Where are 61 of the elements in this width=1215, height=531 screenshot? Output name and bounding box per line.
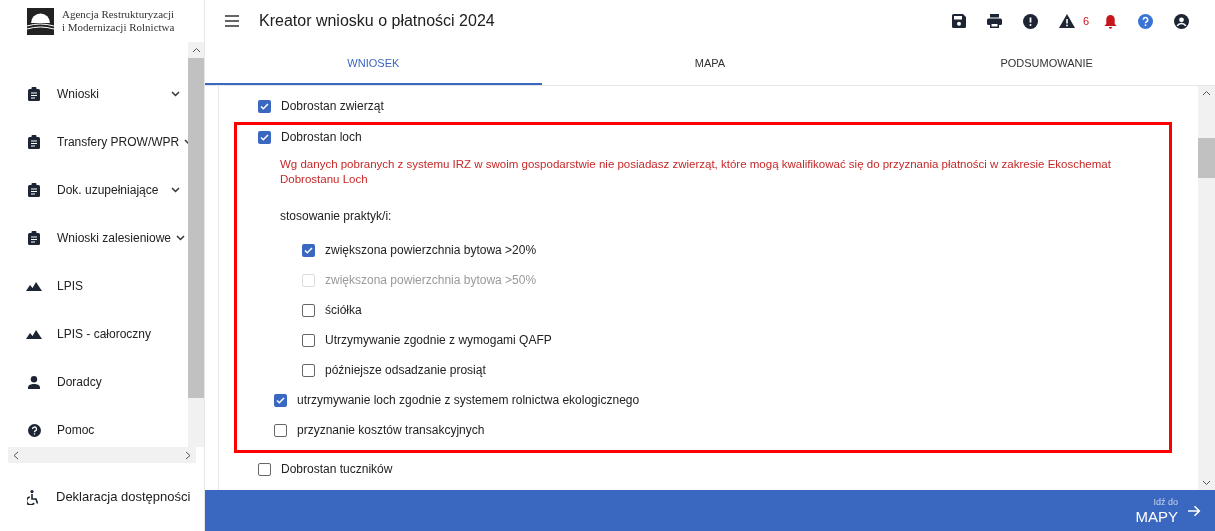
sidebar-item[interactable]: LPIS	[0, 262, 188, 310]
checkbox-label: Utrzymywanie zgodnie z wymogami QAFP	[325, 332, 552, 349]
go-to-map-button[interactable]: Idź do MAPY	[1135, 497, 1201, 524]
checkbox[interactable]	[258, 130, 271, 144]
sidebar-item[interactable]: Doradcy	[0, 358, 188, 406]
arrow-right-icon	[1188, 504, 1201, 517]
checkbox[interactable]	[258, 99, 271, 113]
warning-icon[interactable]	[1058, 14, 1075, 28]
person-icon	[28, 375, 40, 389]
clipboard-icon	[28, 183, 40, 197]
save-icon[interactable]	[951, 14, 966, 28]
checkbox[interactable]	[302, 333, 315, 347]
checkbox-label: przyznanie kosztów transakcyjnych	[297, 422, 485, 439]
sidebar-item[interactable]: Wnioski	[0, 70, 188, 118]
checkbox[interactable]	[302, 243, 315, 257]
tab[interactable]: WNIOSEK	[205, 42, 542, 85]
checkbox-label: Dobrostan tuczników	[281, 461, 393, 478]
sidebar-item[interactable]: Pomoc	[0, 406, 188, 447]
vertical-scrollbar[interactable]	[1198, 86, 1215, 490]
mountains-icon	[26, 329, 42, 339]
clipboard-icon	[28, 135, 40, 149]
checkbox-label: utrzymywanie loch zgodnie z systemem rolnictwa ekologicznego	[297, 392, 640, 409]
checkbox[interactable]	[274, 393, 287, 407]
section-label: stosowanie praktyk/i:	[279, 208, 393, 225]
horizontal-scrollbar[interactable]	[8, 447, 196, 463]
sidebar-item[interactable]: Wnioski zalesieniowe	[0, 214, 188, 262]
checkbox-label: zwiększona powierzchnia bytowa >50%	[325, 272, 537, 289]
accessibility-icon	[27, 489, 39, 505]
bell-icon[interactable]	[1104, 13, 1117, 29]
scrollbar-thumb[interactable]	[1198, 138, 1215, 178]
mountains-icon	[26, 281, 42, 291]
exclamation-circle-icon[interactable]	[1022, 13, 1038, 29]
checkbox[interactable]	[302, 303, 315, 317]
agency-name: Agencja Restrukturyzacji	[62, 8, 175, 21]
help-icon[interactable]	[1138, 13, 1153, 29]
sidebar-item[interactable]: Deklaracja dostępności	[0, 487, 191, 507]
agency-logo	[27, 7, 54, 35]
alert-count: 6	[1082, 13, 1089, 29]
checkbox[interactable]	[302, 363, 315, 377]
checkbox-label: zwiększona powierzchnia bytowa >20%	[325, 242, 537, 259]
checkbox-label: Dobrostan zwierząt	[281, 98, 384, 115]
account-icon[interactable]	[1174, 13, 1189, 29]
clipboard-icon	[28, 87, 40, 101]
menu-icon[interactable]	[225, 15, 239, 27]
clipboard-icon	[28, 231, 40, 245]
tab[interactable]: MAPA	[541, 42, 879, 85]
sidebar-item[interactable]: Dok. uzupełniające	[0, 166, 188, 214]
checkbox[interactable]	[258, 462, 271, 476]
checkbox-label: ściółka	[325, 302, 362, 319]
help-icon	[27, 423, 41, 437]
checkbox-label: późniejsze odsadzanie prosiąt	[325, 362, 486, 379]
sidebar-item[interactable]: LPIS - całoroczny	[0, 310, 188, 358]
vertical-scrollbar[interactable]	[188, 42, 204, 447]
checkbox[interactable]	[274, 423, 287, 437]
agency-name: i Modernizacji Rolnictwa	[62, 21, 175, 34]
print-icon[interactable]	[986, 14, 1002, 28]
checkbox-label: Dobrostan loch	[281, 129, 362, 146]
warning-message: Wg danych pobranych z systemu IRZ w swoim gospodarstwie nie posiadasz zwierząt, które mogą kwalifikować się do przyznania płatności w zakresie Ekoschemat Dobrostanu Loch	[279, 157, 1112, 187]
tab[interactable]: PODSUMOWANIE	[878, 42, 1215, 85]
scrollbar-thumb[interactable]	[188, 58, 204, 398]
page-title: Kreator wniosku o płatności 2024	[259, 11, 496, 31]
